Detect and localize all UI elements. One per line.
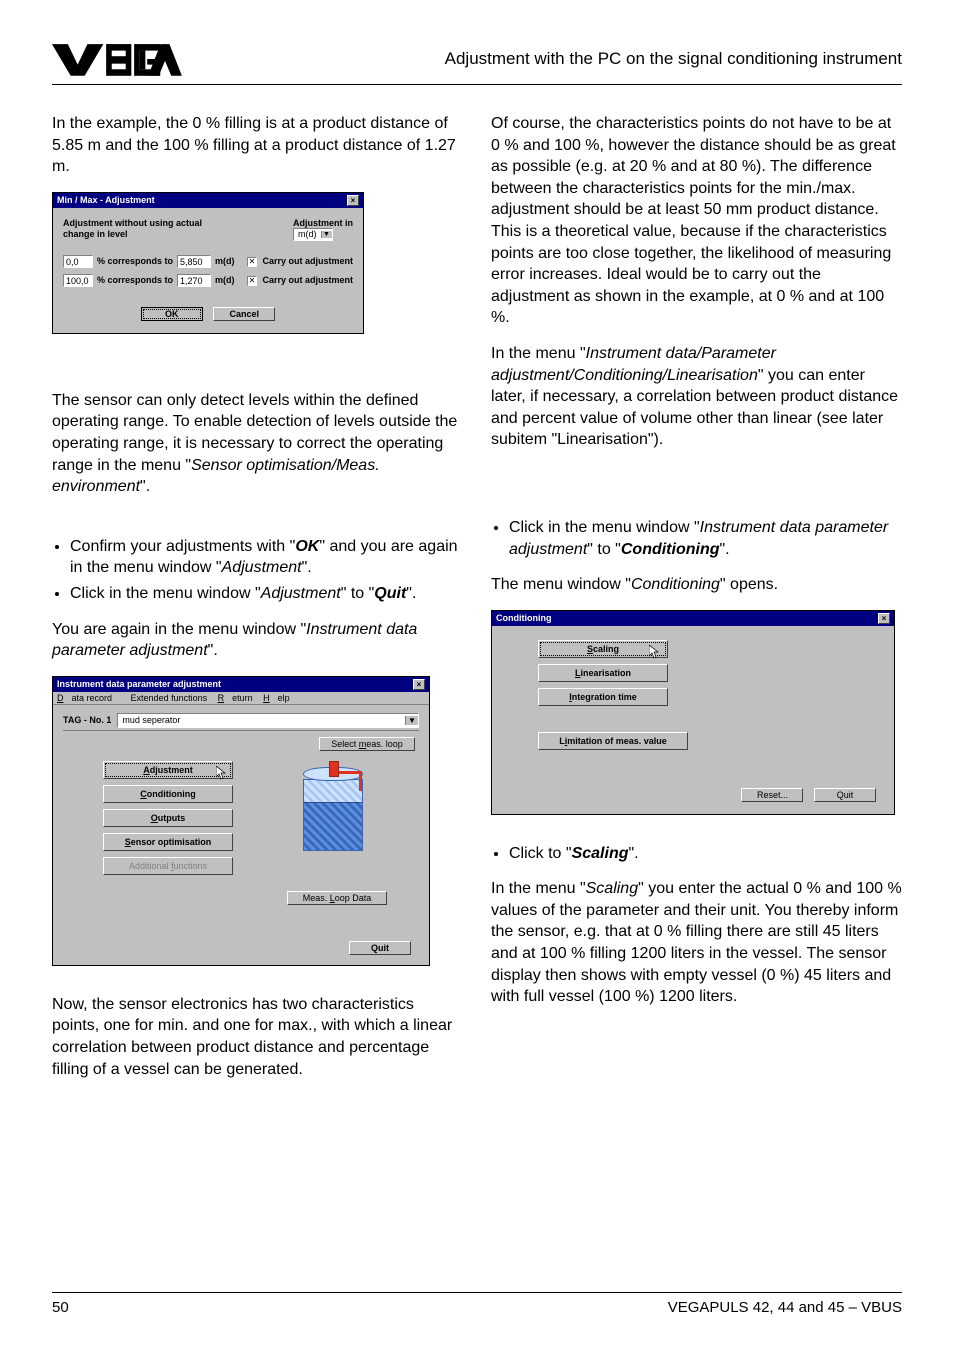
label-no-actual-change: Adjustment without using actual change i… [63, 218, 203, 241]
cancel-button[interactable]: Cancel [213, 307, 275, 321]
label-carry-100: Carry out adjustment [262, 275, 353, 285]
conditioning-button[interactable]: Conditioning [103, 785, 233, 803]
input-pct-100[interactable]: 100,0 [63, 274, 93, 287]
reset-button[interactable]: Reset... [741, 788, 803, 802]
quit-button[interactable]: Quit [349, 941, 411, 955]
checkbox-carry-0[interactable]: ✕ [247, 257, 257, 267]
dialog3-titlebar: Conditioning × [492, 611, 894, 626]
doc-id: VEGAPULS 42, 44 and 45 – VBUS [668, 1299, 902, 1316]
para-back-in-menu: You are again in the menu window "Instru… [52, 619, 463, 662]
unit-select[interactable]: m(d) ▼ [293, 228, 333, 241]
tank-graphic [293, 767, 373, 863]
scaling-button[interactable]: Scaling [538, 640, 668, 658]
dialog2-titlebar: Instrument data parameter adjustment × [53, 677, 429, 692]
label-uom-100: m(d) [215, 275, 235, 285]
input-dist-100[interactable]: 1,270 [177, 274, 211, 287]
outputs-button[interactable]: Outputs [103, 809, 233, 827]
chevron-down-icon: ▼ [405, 716, 418, 725]
adjustment-button[interactable]: Adjustment [103, 761, 233, 779]
tag-desc: mud seperator [122, 715, 180, 725]
tag-no-label: TAG - No. 1 [63, 715, 111, 725]
header-title: Adjustment with the PC on the signal con… [445, 49, 902, 69]
page-footer: 50 VEGAPULS 42, 44 and 45 – VBUS [52, 1292, 902, 1316]
label-uom-0: m(d) [215, 256, 235, 266]
label-adjustment-in: Adjustment in [293, 218, 353, 228]
close-icon[interactable]: × [347, 195, 359, 206]
para-operating-range: The sensor can only detect levels within… [52, 390, 463, 498]
bullet-click-scaling: Click to "Scaling". [509, 843, 902, 865]
bullet-click-conditioning: Click in the menu window "Instrument dat… [509, 517, 902, 560]
unit-value: m(d) [294, 229, 321, 239]
label-carry-0: Carry out adjustment [262, 256, 353, 266]
dialog-conditioning: Conditioning × Scaling Linearisation Int… [491, 610, 895, 815]
cursor-icon [649, 645, 661, 659]
para-linearisation-menu: In the menu "Instrument data/Parameter a… [491, 343, 902, 451]
quit-button[interactable]: Quit [814, 788, 876, 802]
ok-button[interactable]: OK [141, 307, 203, 321]
menu-extended-functions[interactable]: Extended functions [131, 693, 208, 703]
additional-functions-button: Additional functions [103, 857, 233, 875]
dialog3-title: Conditioning [496, 613, 551, 623]
meas-loop-data-button[interactable]: Meas. Loop Data [287, 891, 387, 905]
label-corresponds-100: % corresponds to [97, 275, 173, 285]
input-pct-0[interactable]: 0,0 [63, 255, 93, 268]
dialog-instrument-data: Instrument data parameter adjustment × D… [52, 676, 430, 966]
integration-time-button[interactable]: Integration time [538, 688, 668, 706]
tag-select[interactable]: mud seperator ▼ [117, 713, 419, 728]
select-meas-loop-button[interactable]: Select meas. loop [319, 737, 415, 751]
dialog2-title: Instrument data parameter adjustment [57, 679, 221, 689]
bullet-confirm-ok: Confirm your adjustments with "OK" and y… [70, 536, 463, 579]
chevron-down-icon: ▼ [321, 231, 332, 238]
cursor-icon [216, 766, 228, 780]
dialog1-title: Min / Max - Adjustment [57, 195, 155, 205]
bullet-click-quit: Click in the menu window "Adjustment" to… [70, 583, 463, 605]
para-example: In the example, the 0 % filling is at a … [52, 113, 463, 178]
dialog1-titlebar: Min / Max - Adjustment × [53, 193, 363, 208]
vega-logo [52, 40, 192, 78]
para-conditioning-opens: The menu window "Conditioning" opens. [491, 574, 902, 596]
menu-return[interactable]: Return [218, 693, 253, 703]
page-header: Adjustment with the PC on the signal con… [52, 40, 902, 85]
linearisation-button[interactable]: Linearisation [538, 664, 668, 682]
close-icon[interactable]: × [413, 679, 425, 690]
para-scaling-desc: In the menu "Scaling" you enter the actu… [491, 878, 902, 1008]
sensor-optimisation-button[interactable]: Sensor optimisation [103, 833, 233, 851]
para-char-points: Of course, the characteristics points do… [491, 113, 902, 329]
para-two-points: Now, the sensor electronics has two char… [52, 994, 463, 1080]
close-icon[interactable]: × [878, 613, 890, 624]
page-number: 50 [52, 1299, 69, 1316]
limitation-meas-value-button[interactable]: Limitation of meas. value [538, 732, 688, 750]
menu-data-record[interactable]: Data record [57, 693, 120, 703]
label-corresponds-0: % corresponds to [97, 256, 173, 266]
dialog-min-max-adjustment: Min / Max - Adjustment × Adjustment with… [52, 192, 364, 334]
checkbox-carry-100[interactable]: ✕ [247, 276, 257, 286]
dialog2-menubar: Data record Extended functions Return He… [53, 692, 429, 705]
input-dist-0[interactable]: 5,850 [177, 255, 211, 268]
menu-help[interactable]: Help [263, 693, 290, 703]
